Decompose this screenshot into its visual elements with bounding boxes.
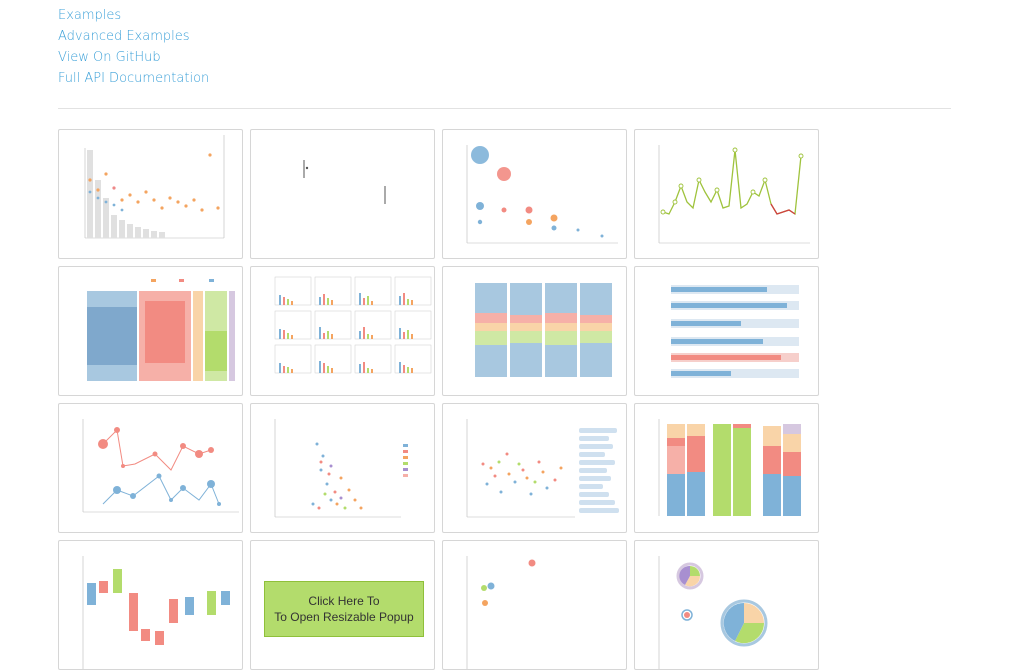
example-thumbnail-bullet-charts[interactable] xyxy=(634,266,819,396)
thumbnail-chart xyxy=(466,145,618,244)
example-thumbnail-colored-line[interactable] xyxy=(634,129,819,259)
example-thumbnail-resizable-popup[interactable]: Click Here To To Open Resizable Popup xyxy=(250,540,435,670)
example-thumbnail-small-multiples[interactable] xyxy=(250,266,435,396)
thumbnail-chart xyxy=(303,160,386,204)
example-thumbnail-bubble[interactable] xyxy=(442,129,627,259)
example-thumbnail-scatter-small[interactable] xyxy=(442,540,627,670)
example-thumbnail-waterfall[interactable] xyxy=(58,540,243,670)
thumbnail-chart xyxy=(466,556,536,669)
thumbnail-chart xyxy=(466,419,619,518)
thumbnail-chart xyxy=(658,145,810,244)
example-thumbnail-scatter-legend[interactable] xyxy=(250,403,435,533)
example-thumbnail-scatter-filter[interactable] xyxy=(442,403,627,533)
thumbnail-chart xyxy=(274,419,408,518)
thumbnail-chart xyxy=(82,556,230,669)
example-thumbnail-pie-scatter[interactable] xyxy=(634,540,819,670)
open-resizable-popup-button[interactable]: Click Here To To Open Resizable Popup xyxy=(264,581,424,637)
link-examples[interactable]: Examples xyxy=(58,5,209,26)
thumbnail-chart xyxy=(475,283,612,377)
example-thumbnail-stacked-bars[interactable] xyxy=(634,403,819,533)
popup-button-line2: To Open Resizable Popup xyxy=(274,610,414,624)
example-thumbnail-line-bubbles[interactable] xyxy=(58,403,243,533)
thumbnail-chart xyxy=(658,556,768,669)
thumbnail-chart xyxy=(82,419,239,513)
thumbnail-chart xyxy=(658,419,801,516)
thumbnail-chart xyxy=(274,276,432,374)
link-view-on-github[interactable]: View On GitHub xyxy=(58,47,209,68)
popup-button-line1: Click Here To xyxy=(308,594,380,608)
thumbnail-chart xyxy=(84,135,225,239)
example-thumbnail-blank-lines[interactable] xyxy=(250,129,435,259)
example-thumbnail-bar-scatter[interactable] xyxy=(58,129,243,259)
top-links: Examples Advanced Examples View On GitHu… xyxy=(58,5,209,89)
link-advanced-examples[interactable]: Advanced Examples xyxy=(58,26,209,47)
example-thumbnail-stacked-area-grid[interactable] xyxy=(442,266,627,396)
example-thumbnail-marimekko[interactable] xyxy=(58,266,243,396)
divider xyxy=(58,108,951,109)
thumbnail-chart xyxy=(671,285,799,378)
link-full-api-documentation[interactable]: Full API Documentation xyxy=(58,68,209,89)
thumbnail-chart xyxy=(87,279,235,381)
